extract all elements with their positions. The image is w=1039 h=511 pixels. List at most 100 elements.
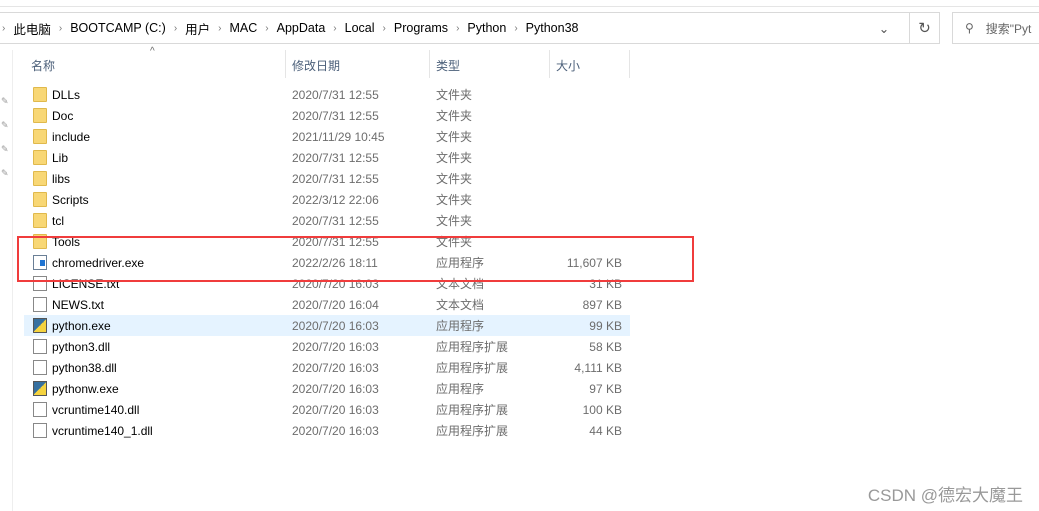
file-type: 文件夹 [436,109,473,123]
breadcrumb-item[interactable]: MAC [224,21,264,35]
file-row[interactable]: DLLs 2020/7/31 12:55 文件夹 [24,84,630,105]
file-date: 2020/7/31 12:55 [292,150,379,165]
file-name: tcl [52,213,64,228]
file-date: 2022/3/12 22:06 [292,192,379,207]
file-date: 2020/7/31 12:55 [292,213,379,228]
file-name: vcruntime140_1.dll [52,423,153,438]
file-row[interactable]: libs 2020/7/31 12:55 文件夹 [24,168,630,189]
breadcrumb-separator-icon[interactable]: › [263,23,270,34]
highlight-box [17,236,694,282]
folder-icon [33,129,47,144]
folder-icon [33,171,47,186]
column-header-name[interactable]: 名称 [31,52,55,78]
pin-icon: ✎ [1,168,9,178]
folder-icon [33,213,47,228]
file-date: 2020/7/20 16:03 [292,318,379,333]
file-name: include [52,129,91,144]
file-type: 应用程序扩展 [436,403,509,417]
navigation-pane[interactable]: ✎ ✎ ✎ ✎ [0,50,13,511]
file-name: NEWS.txt [52,297,105,312]
address-bar[interactable]: › 此电脑 › BOOTCAMP (C:) › 用户 › MAC › AppData › Local ›… [0,12,940,44]
folder-icon [33,192,47,207]
breadcrumb-item[interactable]: AppData [271,21,332,35]
file-size: 4,111 KB [574,360,622,375]
breadcrumb-item[interactable]: Python38 [520,21,585,35]
file-type: 应用程序 [436,319,485,333]
py-icon [33,318,47,333]
search-icon: ⚲ [965,21,974,35]
py-icon [33,381,47,396]
column-divider[interactable] [549,50,550,78]
column-divider[interactable] [429,50,430,78]
file-row[interactable]: include 2021/11/29 10:45 文件夹 [24,126,630,147]
file-type: 文件夹 [436,172,473,186]
file-size: 97 KB [589,381,622,396]
file-name: python3.dll [52,339,111,354]
file-row[interactable]: tcl 2020/7/31 12:55 文件夹 [24,210,630,231]
breadcrumb-separator-icon[interactable]: › [331,23,338,34]
chevron-down-icon[interactable]: ⌄ [869,13,899,43]
file-row[interactable]: pythonw.exe 2020/7/20 16:03 应用程序 97 KB [24,378,630,399]
file-date: 2020/7/20 16:04 [292,297,379,312]
pin-icon: ✎ [1,96,9,106]
breadcrumb-item[interactable]: Programs [388,21,454,35]
column-divider[interactable] [629,50,630,78]
file-row[interactable]: Doc 2020/7/31 12:55 文件夹 [24,105,630,126]
file-type: 文本文档 [436,298,485,312]
search-placeholder: 搜索"Pyt [985,21,1032,36]
file-row[interactable]: python.exe 2020/7/20 16:03 应用程序 99 KB [24,315,630,336]
breadcrumb-item[interactable]: 此电脑 [7,19,57,38]
breadcrumb-separator-icon[interactable]: › [216,23,223,34]
breadcrumb-item[interactable]: Python [461,21,512,35]
file-row[interactable]: python3.dll 2020/7/20 16:03 应用程序扩展 58 KB [24,336,630,357]
file-row[interactable]: vcruntime140_1.dll 2020/7/20 16:03 应用程序扩… [24,420,630,441]
file-name: python38.dll [52,360,117,375]
refresh-icon[interactable]: ↻ [909,13,939,43]
file-type: 应用程序 [436,382,485,396]
file-row[interactable]: Scripts 2022/3/12 22:06 文件夹 [24,189,630,210]
column-header-date[interactable]: 修改日期 [292,52,340,78]
breadcrumb-item[interactable]: Local [339,21,381,35]
file-size: 44 KB [589,423,622,438]
file-type: 应用程序扩展 [436,424,509,438]
file-icon [33,423,47,438]
folder-icon [33,87,47,102]
file-name: python.exe [52,318,111,333]
file-date: 2020/7/20 16:03 [292,360,379,375]
file-date: 2021/11/29 10:45 [292,129,385,144]
file-row[interactable]: Lib 2020/7/31 12:55 文件夹 [24,147,630,168]
pin-icon: ✎ [1,144,9,154]
sort-ascending-icon: ^ [150,46,155,57]
breadcrumb-separator-icon[interactable]: › [172,23,179,34]
file-size: 99 KB [589,318,622,333]
file-date: 2020/7/20 16:03 [292,381,379,396]
file-date: 2020/7/31 12:55 [292,171,379,186]
file-size: 58 KB [589,339,622,354]
breadcrumb-separator-icon[interactable]: › [0,23,7,34]
file-row[interactable]: vcruntime140.dll 2020/7/20 16:03 应用程序扩展 … [24,399,630,420]
breadcrumb-separator-icon[interactable]: › [512,23,519,34]
breadcrumb-separator-icon[interactable]: › [381,23,388,34]
file-name: vcruntime140.dll [52,402,140,417]
breadcrumb-item[interactable]: 用户 [179,19,216,38]
file-icon [33,297,47,312]
breadcrumb-separator-icon[interactable]: › [57,23,64,34]
breadcrumb-item[interactable]: BOOTCAMP (C:) [64,21,172,35]
column-divider[interactable] [285,50,286,78]
file-size: 100 KB [582,402,622,417]
toolbar-edge [0,0,1039,7]
column-header-type[interactable]: 类型 [436,52,460,78]
file-row[interactable]: NEWS.txt 2020/7/20 16:04 文本文档 897 KB [24,294,630,315]
file-type: 文件夹 [436,214,473,228]
search-input[interactable]: ⚲ 搜索"Pyt [952,12,1039,44]
watermark: CSDN @德宏大魔王 [867,486,1023,505]
column-header-size[interactable]: 大小 [556,52,580,78]
file-size: 897 KB [582,297,622,312]
file-row[interactable]: python38.dll 2020/7/20 16:03 应用程序扩展 4,11… [24,357,630,378]
file-name: Doc [52,108,74,123]
file-name: libs [52,171,71,186]
breadcrumb-separator-icon[interactable]: › [454,23,461,34]
file-type: 文件夹 [436,151,473,165]
file-date: 2020/7/20 16:03 [292,339,379,354]
file-icon [33,360,47,375]
